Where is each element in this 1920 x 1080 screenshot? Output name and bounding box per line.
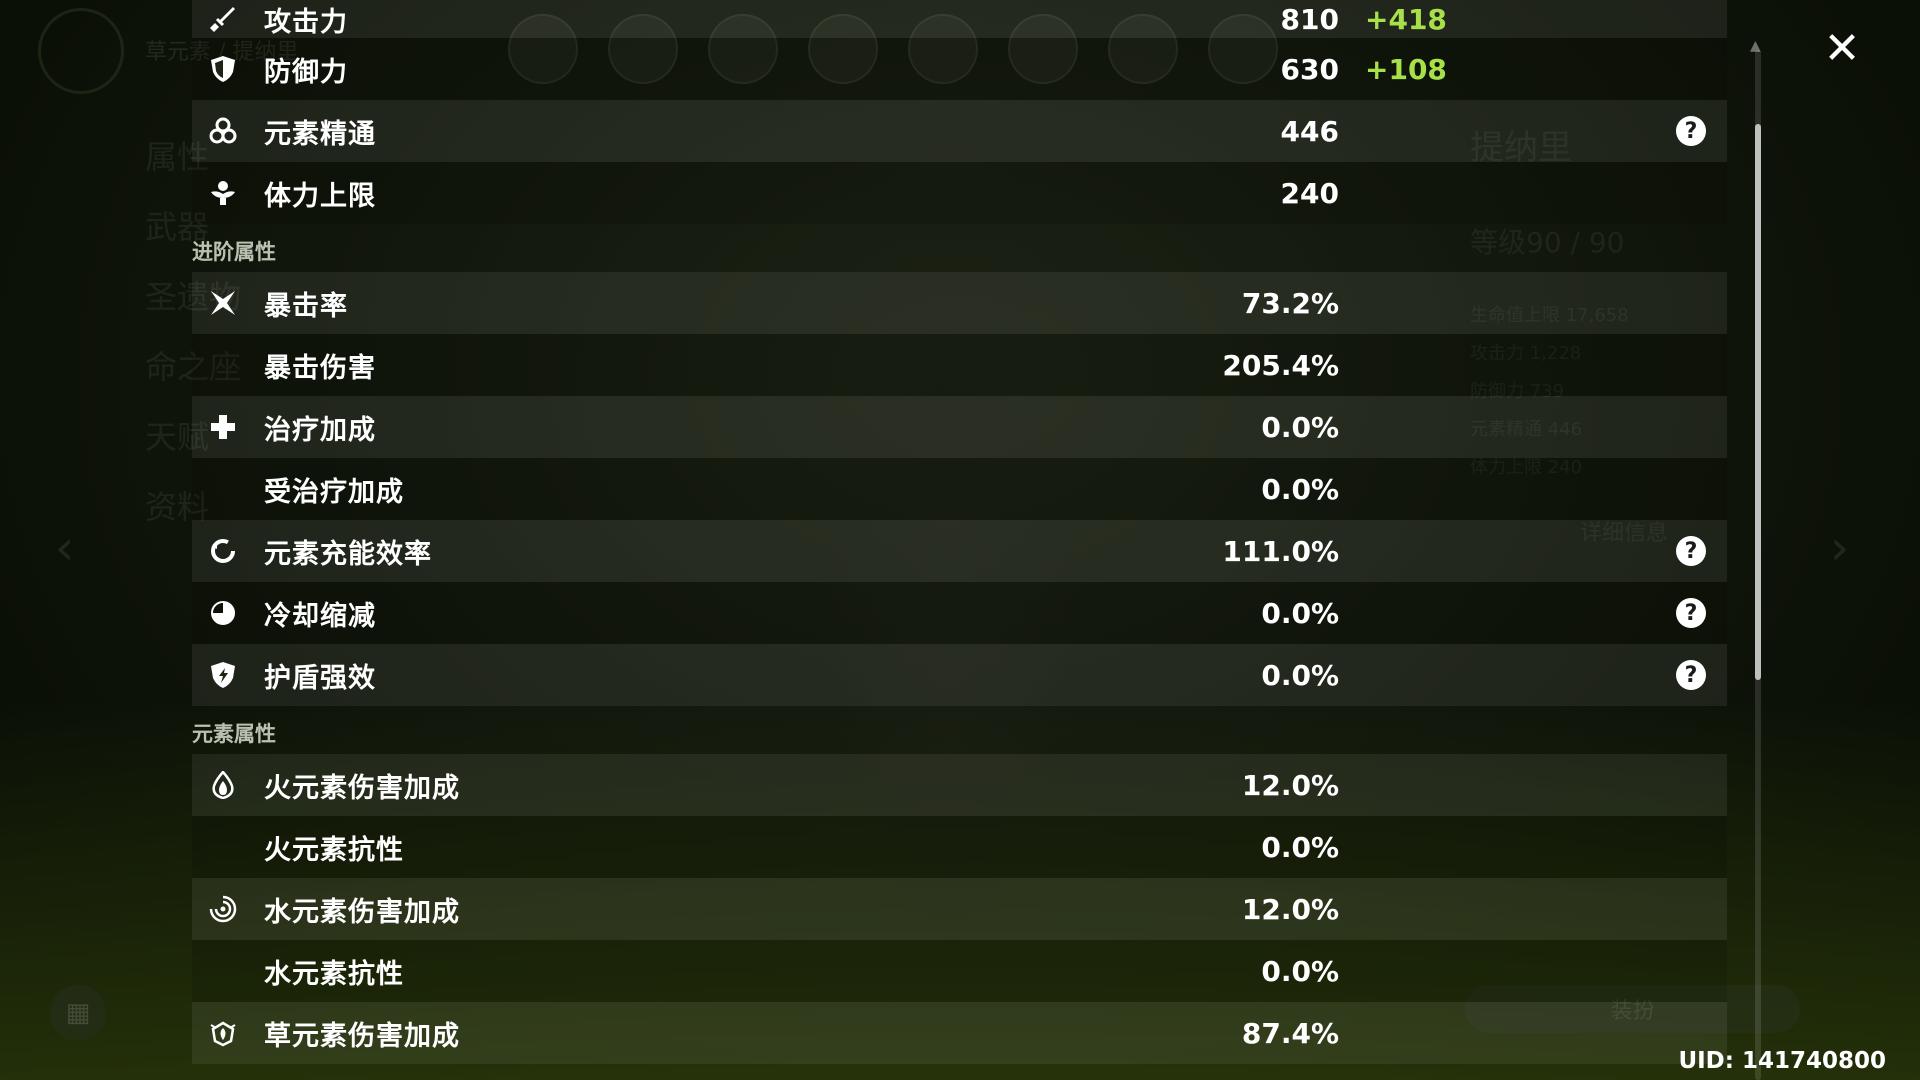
stat-label: 水元素抗性 <box>264 958 404 990</box>
stat-value: 240 <box>1280 176 1339 210</box>
stat-label: 元素充能效率 <box>264 538 432 570</box>
stat-row-energy-recharge: 元素充能效率 111.0% ? <box>192 520 1727 582</box>
stat-row-crit-rate: 暴击率 73.2% <box>192 272 1727 334</box>
energy-recharge-icon <box>208 536 238 566</box>
shield-strength-icon <box>208 660 238 690</box>
stat-value: 111.0% <box>1222 534 1339 568</box>
stat-row-healing-bonus: 治疗加成 0.0% <box>192 396 1727 458</box>
stats-list[interactable]: 攻击力 810 +418 防御力 630 +108 元素精通 446 ? 体力上… <box>192 0 1727 1064</box>
stamina-icon <box>208 178 238 208</box>
section-title-advanced: 进阶属性 <box>192 240 276 264</box>
help-icon[interactable]: ? <box>1676 536 1706 566</box>
stat-row-atk: 攻击力 810 +418 <box>192 0 1727 38</box>
stat-label: 暴击率 <box>264 290 348 322</box>
help-icon[interactable]: ? <box>1676 598 1706 628</box>
stat-label: 护盾强效 <box>264 662 376 694</box>
stat-label: 草元素伤害加成 <box>264 1020 460 1052</box>
stat-value: 0.0% <box>1261 658 1339 692</box>
stat-row-incoming-healing: 受治疗加成 0.0% <box>192 458 1727 520</box>
stat-row-hydro-dmg: 水元素伤害加成 12.0% <box>192 878 1727 940</box>
stat-value: 810 <box>1280 2 1339 36</box>
help-icon[interactable]: ? <box>1676 660 1706 690</box>
stat-value: 446 <box>1280 114 1339 148</box>
stat-label: 受治疗加成 <box>264 476 404 508</box>
dendro-icon <box>208 1018 238 1048</box>
stat-value: 205.4% <box>1222 348 1339 382</box>
uid-label: UID: 141740800 <box>1678 1048 1886 1074</box>
stat-label: 攻击力 <box>264 6 348 38</box>
stat-bonus: +418 <box>1365 2 1447 36</box>
stat-label: 元素精通 <box>264 118 376 150</box>
stat-value: 12.0% <box>1241 892 1339 926</box>
stat-value: 630 <box>1280 52 1339 86</box>
stat-value: 12.0% <box>1241 768 1339 802</box>
stat-value: 0.0% <box>1261 472 1339 506</box>
stat-row-pyro-res: 火元素抗性 0.0% <box>192 816 1727 878</box>
stat-label: 水元素伤害加成 <box>264 896 460 928</box>
stat-label: 暴击伤害 <box>264 352 376 384</box>
elemental-mastery-icon <box>208 116 238 146</box>
shield-icon <box>208 54 238 84</box>
pyro-icon <box>208 770 238 800</box>
cd-reduction-icon <box>208 598 238 628</box>
stat-label: 火元素抗性 <box>264 834 404 866</box>
healing-bonus-icon <box>208 412 238 442</box>
stat-row-cd-reduction: 冷却缩减 0.0% ? <box>192 582 1727 644</box>
stat-value: 87.4% <box>1241 1016 1339 1050</box>
stat-value: 0.0% <box>1261 830 1339 864</box>
stat-value: 0.0% <box>1261 954 1339 988</box>
stat-row-em: 元素精通 446 ? <box>192 100 1727 162</box>
stat-row-hydro-res: 水元素抗性 0.0% <box>192 940 1727 1002</box>
stat-bonus: +108 <box>1365 52 1447 86</box>
section-title-elemental: 元素属性 <box>192 722 276 746</box>
stat-label: 防御力 <box>264 56 348 88</box>
stat-label: 冷却缩减 <box>264 600 376 632</box>
stat-row-def: 防御力 630 +108 <box>192 38 1727 100</box>
stat-row-crit-dmg: 暴击伤害 205.4% <box>192 334 1727 396</box>
close-button[interactable]: ✕ <box>1818 23 1866 74</box>
crit-rate-icon <box>208 288 238 318</box>
stat-value: 0.0% <box>1261 596 1339 630</box>
stat-label: 治疗加成 <box>264 414 376 446</box>
stat-row-shield-strength: 护盾强效 0.0% ? <box>192 644 1727 706</box>
scrollbar[interactable] <box>1755 50 1761 1080</box>
stat-row-stamina: 体力上限 240 <box>192 162 1727 224</box>
hydro-icon <box>208 894 238 924</box>
help-icon[interactable]: ? <box>1676 116 1706 146</box>
stat-label: 体力上限 <box>264 180 376 212</box>
stat-value: 0.0% <box>1261 410 1339 444</box>
sword-icon <box>208 4 238 34</box>
scrollbar-thumb[interactable] <box>1755 124 1761 680</box>
stat-row-dendro-dmg: 草元素伤害加成 87.4% <box>192 1002 1727 1064</box>
stat-value: 73.2% <box>1241 286 1339 320</box>
stat-row-pyro-dmg: 火元素伤害加成 12.0% <box>192 754 1727 816</box>
stat-label: 火元素伤害加成 <box>264 772 460 804</box>
